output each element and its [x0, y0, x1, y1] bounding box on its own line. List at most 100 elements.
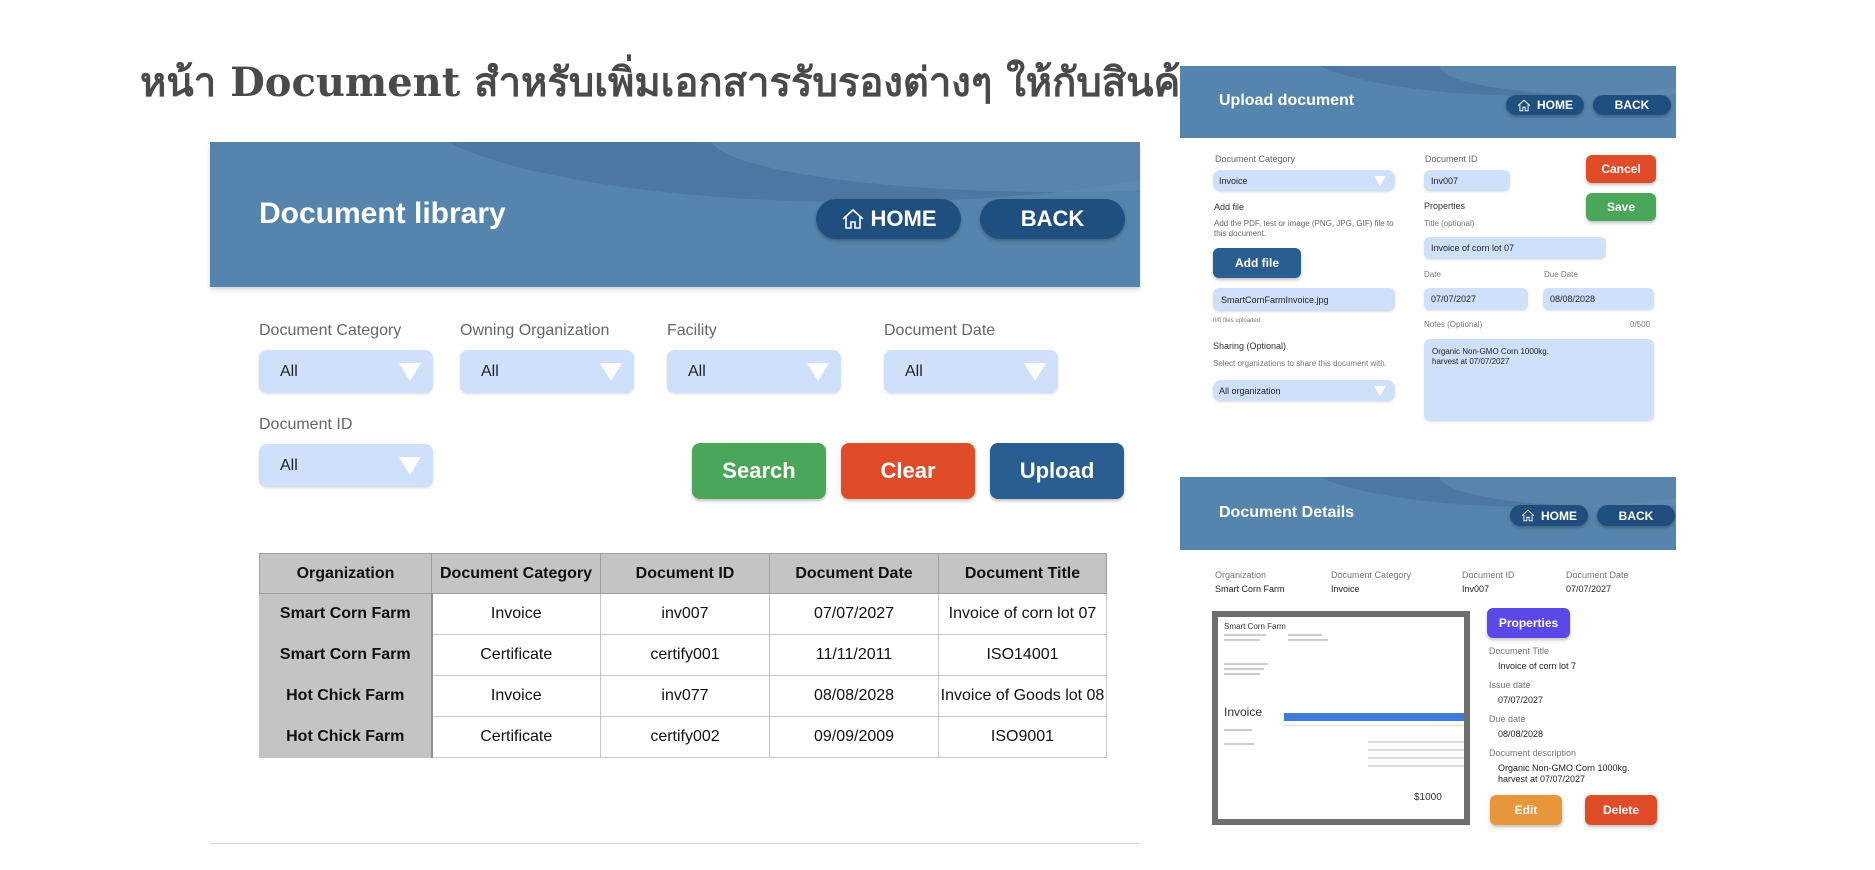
details-title: Document Details — [1219, 504, 1355, 521]
filter-facility-label: Facility — [667, 322, 717, 339]
details-home-button[interactable]: HOME — [1510, 505, 1588, 526]
cell-date: 07/07/2027 — [769, 593, 939, 635]
due-date-label: Due date — [1489, 714, 1526, 724]
filter-docid-select[interactable]: All — [259, 444, 433, 487]
table-row[interactable]: Smart Corn Farm Invoice inv007 07/07/202… — [259, 593, 1107, 635]
upload-header: Upload document HOME BACK — [1180, 66, 1676, 138]
details-back-label: BACK — [1618, 508, 1654, 523]
filter-category-select[interactable]: All — [259, 350, 433, 393]
cell-organization: Smart Corn Farm — [259, 593, 433, 635]
filter-organization-select[interactable]: All — [460, 350, 634, 393]
library-header: Document library HOME BACK — [210, 142, 1140, 287]
detail-category-label: Document Category — [1331, 570, 1412, 580]
preview-total: $1000 — [1414, 792, 1442, 803]
cell-doc-id: certify001 — [600, 634, 770, 676]
notes-counter: 0/500 — [1630, 320, 1651, 329]
detail-date-label: Document Date — [1566, 570, 1629, 580]
filter-organization-label: Owning Organization — [460, 322, 610, 339]
home-icon — [841, 208, 864, 229]
filter-category-label: Document Category — [259, 322, 402, 339]
preview-table-header — [1284, 713, 1464, 721]
upload-title: Upload document — [1219, 92, 1355, 109]
upload-docid-field[interactable]: Inv007 — [1424, 170, 1510, 191]
filter-facility-select[interactable]: All — [667, 350, 841, 393]
uploaded-file-field: SmartCornFarmInvoice.jpg — [1213, 288, 1395, 311]
upload-category-select[interactable]: Invoice — [1213, 170, 1395, 191]
library-title: Document library — [259, 197, 506, 230]
description-value: Organic Non-GMO Corn 1000kg. harvest at … — [1498, 763, 1630, 784]
cell-category: Invoice — [431, 675, 601, 717]
column-header-title: Document Title — [938, 553, 1107, 594]
chevron-down-icon — [399, 457, 421, 475]
upload-back-button[interactable]: BACK — [1593, 95, 1671, 115]
cell-title: Invoice of corn lot 07 — [938, 593, 1107, 635]
preview-company: Smart Corn Farm — [1224, 622, 1286, 631]
library-home-label: HOME — [870, 206, 937, 231]
detail-date-value: 07/07/2027 — [1566, 584, 1612, 594]
files-uploaded-text: 0/0 files uploaded — [1213, 318, 1261, 324]
details-back-button[interactable]: BACK — [1597, 505, 1675, 526]
add-file-heading: Add file — [1214, 202, 1245, 212]
save-button[interactable]: Save — [1586, 193, 1656, 221]
properties-button[interactable]: Properties — [1487, 608, 1570, 638]
search-button[interactable]: Search — [692, 443, 826, 499]
notes-textarea[interactable]: Organic Non-GMO Corn 1000kg. harvest at … — [1424, 339, 1654, 421]
detail-docid-value: Inv007 — [1462, 584, 1490, 594]
chevron-down-icon — [399, 363, 421, 381]
filter-date-select[interactable]: All — [884, 350, 1058, 393]
upload-category-label: Document Category — [1215, 154, 1296, 164]
document-table: Organization Document Category Document … — [259, 553, 1107, 758]
cell-category: Certificate — [431, 634, 601, 676]
cell-title: Invoice of Goods lot 08 — [938, 675, 1107, 717]
table-row[interactable]: Smart Corn Farm Certificate certify001 1… — [259, 634, 1107, 676]
table-row[interactable]: Hot Chick Farm Invoice inv077 08/08/2028… — [259, 675, 1107, 717]
column-header-organization: Organization — [259, 553, 432, 594]
page-title: หน้า Document สำหรับเพิ่มเอกสารรับรองต่า… — [140, 59, 1203, 106]
detail-docid-label: Document ID — [1462, 570, 1515, 580]
details-header: Document Details HOME BACK — [1180, 477, 1676, 550]
library-home-button[interactable]: HOME — [816, 199, 961, 239]
due-date-label: Due Date — [1544, 270, 1578, 279]
add-file-button[interactable]: Add file — [1213, 248, 1301, 278]
due-date-value: 08/08/2028 — [1498, 729, 1544, 739]
add-file-hint: Add the PDF, test or image (PNG, JPG, GI… — [1214, 219, 1394, 238]
due-date-field[interactable]: 08/08/2028 — [1543, 288, 1654, 310]
issue-date-value: 07/07/2027 — [1498, 695, 1544, 705]
doc-title-label: Document Title — [1489, 646, 1550, 656]
edit-button[interactable]: Edit — [1490, 795, 1562, 825]
cell-date: 08/08/2028 — [769, 675, 939, 717]
cell-organization: Hot Chick Farm — [259, 716, 433, 758]
column-header-date: Document Date — [769, 553, 939, 594]
filter-facility-value: All — [688, 362, 706, 380]
cancel-button[interactable]: Cancel — [1586, 155, 1656, 183]
notes-label: Notes (Optional) — [1424, 320, 1483, 329]
title-field[interactable]: Invoice of corn lot 07 — [1424, 237, 1606, 259]
filter-docid-value: All — [280, 456, 298, 474]
document-image: Smart Corn Farm Invoice $1000 — [1218, 617, 1464, 819]
filter-docid-label: Document ID — [259, 416, 353, 433]
chevron-down-icon — [1374, 386, 1386, 396]
preview-heading: Invoice — [1224, 705, 1263, 719]
sharing-select[interactable]: All organization — [1213, 380, 1395, 401]
home-icon — [1521, 509, 1535, 522]
date-label: Date — [1424, 270, 1441, 279]
cell-title: ISO14001 — [938, 634, 1107, 676]
delete-button[interactable]: Delete — [1585, 795, 1657, 825]
date-field[interactable]: 07/07/2027 — [1424, 288, 1528, 310]
upload-button[interactable]: Upload — [990, 443, 1124, 499]
cell-doc-id: inv077 — [600, 675, 770, 717]
cell-doc-id: certify002 — [600, 716, 770, 758]
filter-date-value: All — [905, 362, 923, 380]
chevron-down-icon — [1024, 363, 1046, 381]
title-label: Title (optional) — [1424, 219, 1475, 228]
chevron-down-icon — [1374, 176, 1386, 186]
clear-button[interactable]: Clear — [841, 443, 975, 499]
document-preview[interactable]: Smart Corn Farm Invoice $1000 — [1212, 611, 1470, 825]
upload-home-button[interactable]: HOME — [1506, 95, 1584, 115]
cell-organization: Smart Corn Farm — [259, 634, 433, 676]
upload-category-value: Invoice — [1219, 175, 1248, 186]
library-back-button[interactable]: BACK — [980, 199, 1125, 239]
sharing-label: Sharing (Optional) — [1213, 341, 1287, 351]
table-row[interactable]: Hot Chick Farm Certificate certify002 09… — [259, 716, 1107, 758]
cell-date: 09/09/2009 — [769, 716, 939, 758]
